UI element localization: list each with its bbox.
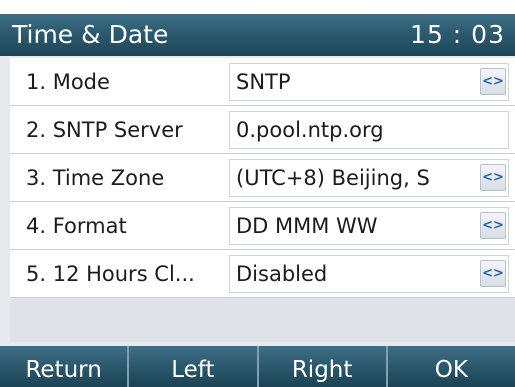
menu-row-mode[interactable]: 1. Mode SNTP <> [10, 58, 515, 106]
return-softkey[interactable]: Return [0, 346, 130, 387]
menu-row-12-hours-clock[interactable]: 5. 12 Hours Cl... Disabled <> [10, 250, 515, 298]
menu-row-label: 3. Time Zone [26, 166, 165, 190]
left-right-arrows-icon[interactable]: <> [480, 260, 506, 287]
softkey-bar: Return Left Right OK [0, 346, 515, 387]
phone-screen: Time & Date 15 : 03 1. Mode SNTP <> 2. S… [0, 0, 515, 387]
left-right-arrows-icon[interactable]: <> [480, 164, 506, 191]
left-softkey[interactable]: Left [129, 346, 259, 387]
format-value: DD MMM WW [236, 214, 378, 238]
format-select[interactable]: DD MMM WW <> [229, 207, 509, 245]
top-bezel-strip [0, 0, 515, 14]
page-title: Time & Date [12, 20, 169, 49]
menu-row-label: 5. 12 Hours Cl... [26, 262, 195, 286]
right-softkey[interactable]: Right [258, 346, 388, 387]
sntp-server-field[interactable]: 0.pool.ntp.org [229, 111, 509, 149]
settings-menu: 1. Mode SNTP <> 2. SNTP Server 0.pool.nt… [10, 58, 515, 342]
menu-row-label: 4. Format [26, 214, 127, 238]
menu-row-format[interactable]: 4. Format DD MMM WW <> [10, 202, 515, 250]
menu-row-label: 2. SNTP Server [26, 118, 183, 142]
time-zone-select[interactable]: (UTC+8) Beijing, S <> [229, 159, 509, 197]
clock: 15 : 03 [410, 20, 505, 49]
time-zone-value: (UTC+8) Beijing, S [236, 166, 430, 190]
mode-value: SNTP [236, 70, 291, 94]
12-hours-clock-value: Disabled [236, 262, 328, 286]
mode-select[interactable]: SNTP <> [229, 63, 509, 101]
menu-row-time-zone[interactable]: 3. Time Zone (UTC+8) Beijing, S <> [10, 154, 515, 202]
sntp-server-value: 0.pool.ntp.org [236, 118, 384, 142]
12-hours-clock-select[interactable]: Disabled <> [229, 255, 509, 293]
menu-row-sntp-server[interactable]: 2. SNTP Server 0.pool.ntp.org [10, 106, 515, 154]
menu-row-label: 1. Mode [26, 70, 110, 94]
title-bar: Time & Date 15 : 03 [0, 14, 515, 56]
left-right-arrows-icon[interactable]: <> [480, 68, 506, 95]
ok-softkey[interactable]: OK [387, 346, 515, 387]
left-right-arrows-icon[interactable]: <> [480, 212, 506, 239]
